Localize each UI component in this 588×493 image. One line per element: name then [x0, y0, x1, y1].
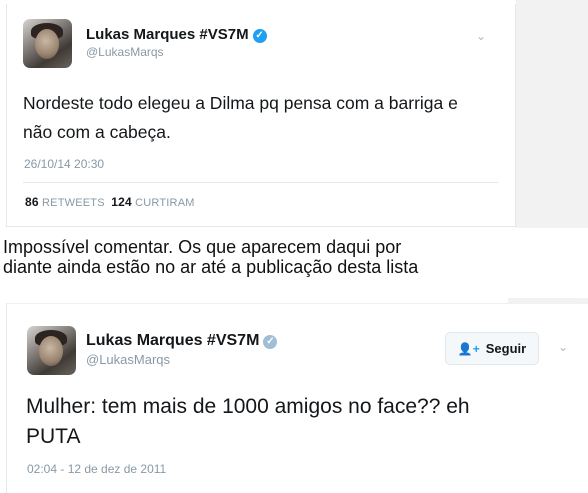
- chevron-down-icon[interactable]: ⌄: [558, 340, 568, 354]
- tweet-timestamp[interactable]: 26/10/14 20:30: [24, 157, 104, 171]
- follow-button[interactable]: 👤+ Seguir: [445, 332, 539, 365]
- tweet-text-line-1: Mulher: tem mais de 1000 amigos no face?…: [26, 395, 470, 418]
- tweet-timestamp[interactable]: 02:04 - 12 de dez de 2011: [27, 462, 166, 476]
- engagement-stats: 86 RETWEETS 124 CURTIRAM: [25, 195, 195, 209]
- follow-label: Seguir: [485, 341, 527, 356]
- chevron-down-icon[interactable]: ⌄: [476, 29, 486, 43]
- user-handle[interactable]: @LukasMarqs: [86, 352, 170, 367]
- tweet-text-line-2: não com a cabeça.: [23, 122, 171, 142]
- add-user-icon: 👤+: [457, 341, 480, 356]
- retweets-count[interactable]: 86: [25, 195, 39, 209]
- background-strip-right: [516, 0, 588, 228]
- tweet-text-line-1: Nordeste todo elegeu a Dilma pq pensa co…: [23, 93, 458, 113]
- caption-line-1: Impossível comentar. Os que aparecem daq…: [3, 237, 402, 257]
- article-caption: Impossível comentar. Os que aparecem daq…: [3, 237, 503, 277]
- likes-count[interactable]: 124: [111, 195, 132, 209]
- retweets-label[interactable]: RETWEETS: [42, 197, 105, 209]
- display-name[interactable]: Lukas Marques #VS7M ✓: [86, 332, 278, 350]
- likes-label[interactable]: CURTIRAM: [135, 197, 194, 209]
- verified-badge-icon: ✓: [263, 335, 278, 349]
- avatar[interactable]: [23, 19, 72, 68]
- verified-badge-icon: ✓: [252, 29, 267, 43]
- caption-line-2: diante ainda estão no ar até a publicaçã…: [3, 257, 419, 277]
- display-name[interactable]: Lukas Marques #VS7M ✓: [86, 26, 267, 43]
- avatar[interactable]: [27, 326, 76, 375]
- user-handle[interactable]: @LukasMarqs: [86, 45, 164, 59]
- tweet-text-line-2: PUTA: [26, 425, 81, 448]
- divider: [23, 182, 498, 183]
